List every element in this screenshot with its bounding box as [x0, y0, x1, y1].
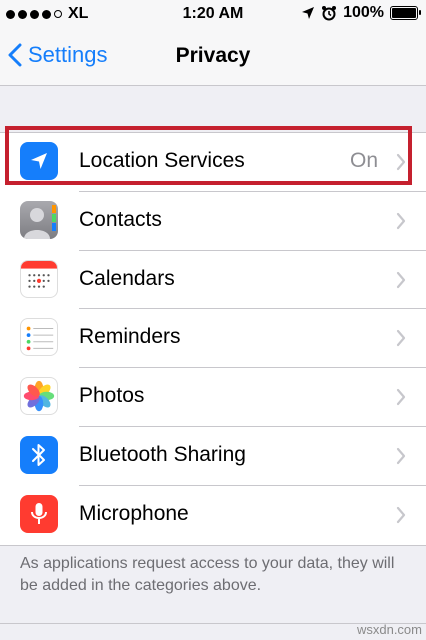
bluetooth-icon	[20, 435, 58, 474]
chevron-right-icon	[396, 330, 406, 347]
row-label: Bluetooth Sharing	[79, 442, 246, 466]
row-contacts[interactable]: Contacts	[0, 192, 426, 251]
contacts-icon	[20, 200, 58, 239]
row-label: Location Services	[79, 149, 245, 172]
footer-note: As applications request access to your d…	[20, 555, 395, 594]
microphone-icon	[20, 494, 58, 533]
chevron-right-icon	[396, 506, 406, 523]
privacy-list: Location Services On Contacts Calendars …	[0, 132, 426, 546]
status-bar: XL 1:20 AM 100%	[0, 0, 426, 28]
watermark: wsxdn.com	[356, 622, 422, 637]
alarm-icon	[322, 6, 337, 21]
chevron-right-icon	[396, 447, 406, 465]
row-location-services[interactable]: Location Services On	[0, 133, 426, 192]
photos-icon	[20, 377, 58, 416]
row-value: On	[349, 149, 378, 172]
row-label: Microphone	[79, 501, 189, 525]
battery-percent: 100%	[343, 4, 384, 21]
row-microphone[interactable]: Microphone	[0, 486, 426, 545]
calendar-icon	[20, 259, 58, 298]
navigation-bar: Settings Privacy	[0, 28, 426, 86]
reminders-icon	[20, 318, 58, 357]
chevron-right-icon	[396, 271, 406, 288]
row-photos[interactable]: Photos	[0, 368, 426, 427]
chevron-right-icon	[396, 153, 406, 171]
row-label: Calendars	[79, 266, 175, 290]
chevron-right-icon	[396, 389, 406, 406]
status-right: 100%	[301, 4, 421, 22]
row-reminders[interactable]: Reminders	[0, 309, 426, 369]
row-label: Contacts	[79, 207, 162, 231]
row-calendars[interactable]: Calendars	[0, 251, 426, 310]
location-arrow-icon	[20, 142, 58, 180]
location-status-icon	[302, 7, 315, 19]
row-label: Photos	[79, 384, 145, 408]
chevron-right-icon	[396, 212, 406, 229]
battery-icon	[390, 6, 421, 20]
page-title: Privacy	[175, 44, 251, 67]
row-label: Reminders	[79, 325, 181, 349]
row-bluetooth-sharing[interactable]: Bluetooth Sharing	[0, 427, 426, 486]
